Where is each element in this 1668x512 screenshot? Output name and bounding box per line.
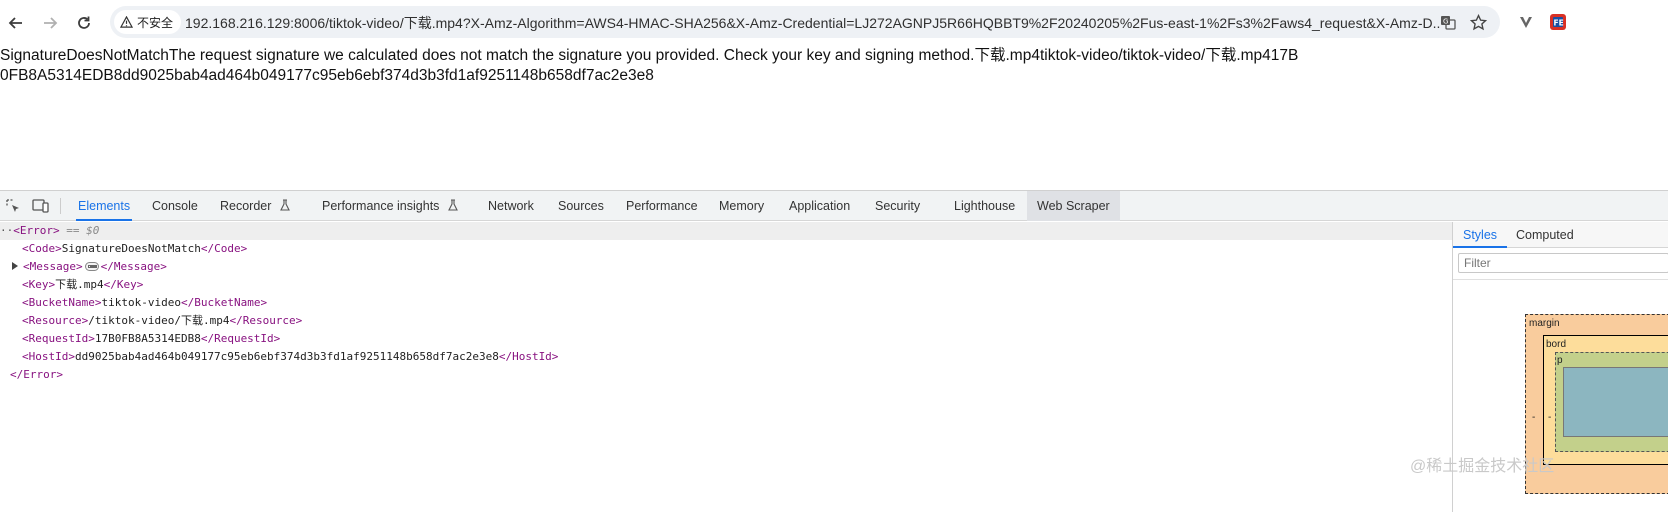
extension-fe-icon[interactable]: FE — [1548, 12, 1568, 32]
security-label: 不安全 — [137, 15, 174, 30]
url-text[interactable]: 192.168.216.129:8006/tiktok-video/下载.mp4… — [185, 13, 1440, 33]
collapsed-ellipsis-icon[interactable] — [84, 261, 99, 271]
warning-icon — [120, 15, 133, 28]
tag-close: </Error> — [10, 368, 63, 381]
tab-network[interactable]: Network — [486, 191, 536, 221]
flask-icon — [448, 199, 458, 211]
node-text: /tiktok-video/下载.mp4 — [88, 314, 230, 327]
box-border-label: bord — [1546, 339, 1567, 350]
tag-error-open: <Error> — [13, 224, 60, 237]
tab-application[interactable]: Application — [787, 191, 852, 221]
dom-node-code[interactable]: <Code>SignatureDoesNotMatch</Code> — [22, 240, 247, 258]
box-model-content[interactable] — [1563, 367, 1668, 437]
dom-node-error[interactable]: ··<Error> == $0 — [0, 222, 1452, 240]
styles-tabbar: Styles Computed — [1453, 222, 1668, 248]
tag-close: </Code> — [200, 242, 248, 255]
svg-text:G: G — [1443, 18, 1448, 26]
elements-tree: ··<Error> == $0 <Code>SignatureDoesNotMa… — [0, 222, 1452, 512]
dom-node-error-close[interactable]: </Error> — [10, 366, 63, 384]
dom-node-resource[interactable]: <Resource>/tiktok-video/下载.mp4</Resource… — [22, 312, 302, 330]
node-text: 17B0FB8A5314EDB8 — [94, 332, 201, 345]
box-padding-label: p — [1557, 355, 1563, 366]
tab-sources[interactable]: Sources — [556, 191, 606, 221]
tab-styles[interactable]: Styles — [1453, 222, 1508, 248]
box-margin-left-value: - — [1532, 412, 1536, 423]
toolbar-separator — [60, 198, 61, 214]
translate-icon[interactable]: G — [1438, 12, 1458, 32]
tab-recorder-label: Recorder — [220, 199, 272, 213]
node-text: 下载.mp4 — [55, 278, 104, 291]
tag-open: <Message> — [23, 260, 83, 273]
tag-open: <HostId> — [22, 350, 75, 363]
dom-node-requestid[interactable]: <RequestId>17B0FB8A5314EDB8</RequestId> — [22, 330, 280, 348]
tag-close: </BucketName> — [180, 296, 268, 309]
inspect-element-icon[interactable] — [4, 197, 22, 215]
dom-node-key[interactable]: <Key>下载.mp4</Key> — [22, 276, 143, 294]
svg-text:FE: FE — [1554, 19, 1564, 28]
node-text: dd9025bab4ad464b049177c95eb6ebf374d3b3fd… — [74, 350, 499, 363]
tag-close: </Message> — [100, 260, 167, 273]
tab-memory[interactable]: Memory — [717, 191, 766, 221]
browser-toolbar: 不安全 192.168.216.129:8006/tiktok-video/下载… — [0, 0, 1668, 44]
tag-close: </RequestId> — [200, 332, 281, 345]
tag-open: <RequestId> — [22, 332, 95, 345]
dollar-zero: == $0 — [66, 224, 100, 237]
extension-vee-icon[interactable] — [1516, 12, 1536, 32]
tab-performance-insights-label: Performance insights — [322, 199, 440, 213]
flask-icon — [280, 199, 290, 211]
divider — [1453, 279, 1668, 280]
node-text: SignatureDoesNotMatch — [61, 242, 201, 255]
styles-filter-input[interactable]: Filter — [1458, 253, 1668, 273]
reload-icon — [78, 16, 90, 29]
xml-error-text: SignatureDoesNotMatchThe request signatu… — [0, 47, 1299, 84]
tab-recorder[interactable]: Recorder — [218, 191, 293, 221]
tag-close: </HostId> — [498, 350, 559, 363]
tag-open: <Key> — [22, 278, 56, 291]
tab-elements[interactable]: Elements — [76, 191, 133, 221]
tab-console[interactable]: Console — [150, 191, 200, 221]
node-text: tiktok-video — [101, 296, 181, 309]
tag-open: <Resource> — [22, 314, 89, 327]
arrow-right-icon — [44, 17, 58, 29]
box-border-left-value: - — [1548, 412, 1552, 423]
security-indicator[interactable]: 不安全 — [114, 10, 182, 34]
device-toolbar-icon[interactable] — [32, 197, 50, 215]
tag-open: <Code> — [22, 242, 62, 255]
box-margin-label: margin — [1529, 318, 1560, 329]
watermark: @稀土掘金技术社区 — [1410, 458, 1555, 475]
tab-performance[interactable]: Performance — [624, 191, 700, 221]
dom-node-hostid[interactable]: <HostId>dd9025bab4ad464b049177c95eb6ebf3… — [22, 348, 558, 366]
bookmark-star-icon[interactable] — [1468, 12, 1488, 32]
dom-node-bucketname[interactable]: <BucketName>tiktok-video</BucketName> — [22, 294, 267, 312]
devtools-tabbar: Elements Console Recorder Performance in… — [0, 191, 1668, 221]
arrow-left-icon — [8, 17, 22, 29]
tag-close: </Resource> — [229, 314, 303, 327]
expand-triangle-icon[interactable] — [12, 262, 18, 270]
back-button[interactable] — [4, 11, 28, 35]
tag-close: </Key> — [103, 278, 144, 291]
tab-performance-insights[interactable]: Performance insights — [320, 191, 461, 221]
tab-computed[interactable]: Computed — [1506, 222, 1584, 248]
forward-button[interactable] — [38, 11, 62, 35]
tab-lighthouse[interactable]: Lighthouse — [952, 191, 1017, 221]
dom-node-message[interactable]: <Message> </Message> — [12, 258, 167, 276]
tab-security[interactable]: Security — [873, 191, 922, 221]
tab-web-scraper[interactable]: Web Scraper — [1027, 191, 1120, 221]
reload-button[interactable] — [72, 11, 96, 35]
address-bar[interactable]: 不安全 192.168.216.129:8006/tiktok-video/下载… — [110, 6, 1500, 38]
tag-open: <BucketName> — [22, 296, 102, 309]
